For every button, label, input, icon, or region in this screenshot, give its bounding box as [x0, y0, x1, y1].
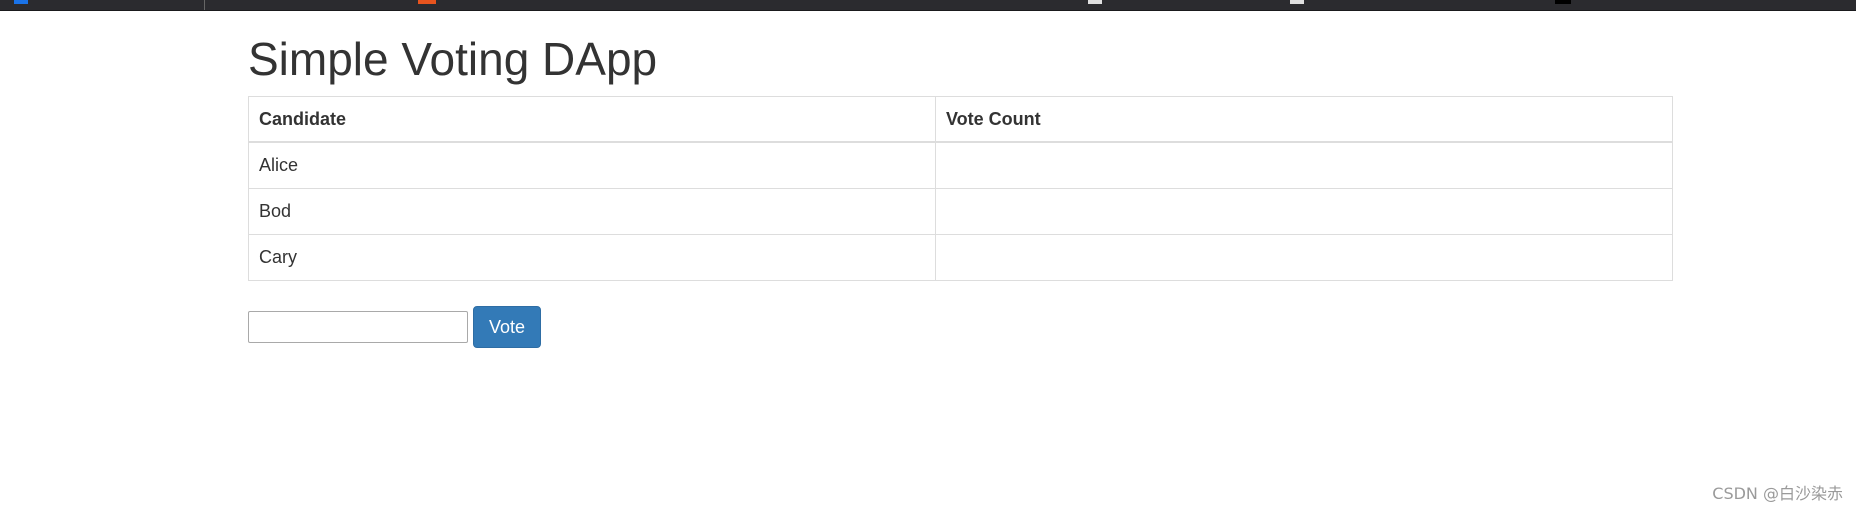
- table-row: Alice: [248, 141, 1673, 189]
- toolbar-divider: [204, 0, 205, 10]
- bookmark-icon: [1290, 0, 1304, 4]
- column-header-vote-count: Vote Count: [935, 96, 1673, 143]
- bookmark-icon: [1555, 0, 1571, 4]
- candidate-name: Bod: [248, 188, 936, 235]
- vote-button[interactable]: Vote: [473, 306, 542, 348]
- table-row: Bod: [248, 188, 1673, 235]
- watermark-text: CSDN @白沙染赤: [1712, 484, 1843, 503]
- browser-toolbar-strip: [0, 0, 1856, 11]
- vote-count: [935, 141, 1673, 189]
- page-container: Simple Voting DApp Candidate Vote Count …: [248, 30, 1673, 348]
- vote-count: [935, 188, 1673, 235]
- table-row: Cary: [248, 234, 1673, 281]
- table-header-row: Candidate Vote Count: [248, 96, 1673, 143]
- tab-favicon-icon: [14, 0, 28, 4]
- column-header-candidate: Candidate: [248, 96, 936, 143]
- candidate-name: Cary: [248, 234, 936, 281]
- vote-count: [935, 234, 1673, 281]
- page-title: Simple Voting DApp: [248, 33, 658, 85]
- candidates-table: Candidate Vote Count Alice Bod Cary: [248, 96, 1673, 281]
- candidate-name: Alice: [248, 141, 936, 189]
- candidate-input[interactable]: [248, 311, 468, 343]
- bookmark-icon: [1088, 0, 1102, 4]
- vote-form: Vote: [248, 306, 1673, 348]
- bookmark-icon: [418, 0, 436, 4]
